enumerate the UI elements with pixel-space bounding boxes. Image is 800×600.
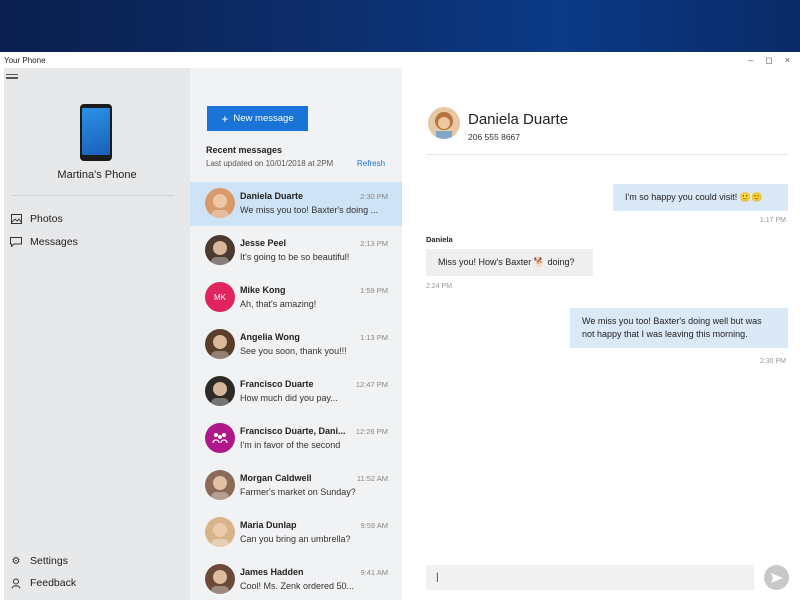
- nav-item-settings[interactable]: ⚙ Settings: [10, 555, 68, 567]
- conversation-preview: Can you bring an umbrella?: [240, 534, 351, 544]
- contact-avatar: [205, 517, 235, 547]
- message-timestamp: 2:24 PM: [426, 283, 453, 290]
- maximize-button[interactable]: ◻: [765, 55, 772, 66]
- conversation-item[interactable]: Daniela Duarte 2:30 PM We miss you too! Ba…: [190, 182, 402, 226]
- last-updated-text: Last updated on 10/01/2018 at 2PM: [206, 159, 334, 168]
- conversation-time: 11:52 AM: [356, 474, 388, 483]
- conversation-item[interactable]: Angelia Wong 1:13 PM See you soon, thank y…: [190, 323, 402, 367]
- contact-avatar: [205, 376, 235, 406]
- new-message-button[interactable]: + New message: [207, 106, 308, 131]
- message-bubble-sent: We miss you too! Baxter's doing well but…: [570, 308, 788, 348]
- refresh-link[interactable]: Refresh: [357, 159, 385, 168]
- photos-icon: [10, 213, 22, 225]
- conversation-time: 9:41 AM: [360, 568, 388, 577]
- contact-avatar: [205, 329, 235, 359]
- contact-avatar: [205, 470, 235, 500]
- conversation-name: Maria Dunlap: [240, 520, 297, 530]
- nav-item-label: Feedback: [30, 577, 77, 589]
- contact-avatar: [428, 107, 460, 139]
- chat-pane: Daniela Duarte 206 555 8667 I'm so happy…: [402, 68, 800, 600]
- conversation-time: 9:59 AM: [360, 521, 388, 530]
- conversation-preview: How much did you pay...: [240, 393, 338, 403]
- conversation-preview: See you soon, thank you!!!: [240, 346, 347, 356]
- send-button[interactable]: [764, 565, 789, 590]
- messages-icon: [10, 236, 22, 248]
- phone-name: Martina's Phone: [57, 169, 137, 181]
- conversation-time: 2:13 PM: [360, 239, 388, 248]
- contact-phone: 206 555 8667: [468, 132, 520, 142]
- conversation-name: Francisco Duarte, Dani...: [240, 426, 346, 436]
- nav-item-feedback[interactable]: Feedback: [10, 577, 76, 589]
- new-message-label: New message: [233, 113, 294, 124]
- conversation-time: 2:30 PM: [360, 192, 388, 201]
- nav-pane: Martina's Phone Photos Messages ⚙ Settin…: [4, 68, 190, 600]
- window-titlebar: Your Phone – ◻ ×: [0, 52, 800, 68]
- window-controls: – ◻ ×: [748, 55, 790, 66]
- nav-item-label: Messages: [30, 236, 78, 248]
- conversation-item[interactable]: MK Mike Kong 1:59 PM Ah, that's amazing!: [190, 276, 402, 320]
- recent-messages-heading: Recent messages: [206, 145, 283, 155]
- message-sender: Daniela: [426, 235, 453, 244]
- window-title: Your Phone: [4, 55, 46, 65]
- close-button[interactable]: ×: [785, 55, 790, 66]
- conversation-preview: Cool! Ms. Zenk ordered 50...: [240, 581, 355, 591]
- gear-icon: ⚙: [11, 555, 21, 567]
- compose-input[interactable]: [426, 565, 754, 590]
- nav-item-photos[interactable]: Photos: [10, 213, 63, 225]
- conversation-item[interactable]: Francisco Duarte 12:47 PM How much did you…: [190, 370, 402, 414]
- conversation-item[interactable]: Jesse Peel 2:13 PM It's going to be so bea…: [190, 229, 402, 273]
- conversation-time: 12:47 PM: [355, 380, 388, 389]
- conversation-time: 1:59 PM: [360, 286, 388, 295]
- contact-avatar: MK: [205, 282, 235, 312]
- send-icon: [770, 572, 783, 583]
- message-timestamp: 1:17 PM: [759, 217, 786, 224]
- minimize-button[interactable]: –: [748, 55, 753, 66]
- contact-avatar: [205, 564, 235, 594]
- nav-divider: [12, 195, 174, 196]
- contact-name: Daniela Duarte: [468, 111, 569, 128]
- conversation-time: 12:26 PM: [355, 427, 388, 436]
- contact-avatar: [205, 235, 235, 265]
- chat-divider: [426, 154, 788, 155]
- conversation-name: Morgan Caldwell: [240, 473, 312, 483]
- desktop-background: [0, 0, 800, 52]
- phone-icon: [80, 104, 112, 161]
- hamburger-menu-icon[interactable]: [6, 74, 18, 82]
- nav-item-label: Photos: [30, 213, 63, 225]
- conversation-name: Angelia Wong: [240, 332, 300, 342]
- conversation-preview: Ah, that's amazing!: [240, 299, 317, 309]
- contact-avatar: [205, 423, 235, 453]
- nav-item-messages[interactable]: Messages: [10, 236, 78, 248]
- message-timestamp: 2:30 PM: [759, 358, 786, 365]
- conversation-name: Mike Kong: [240, 285, 286, 295]
- conversation-preview: I'm in favor of the second: [240, 440, 341, 450]
- conversation-item[interactable]: Francisco Duarte, Dani... 12:26 PM I'm in …: [190, 417, 402, 461]
- message-bubble-sent: I'm so happy you could visit! 🙂🙂: [613, 184, 788, 211]
- conversation-name: Daniela Duarte: [240, 191, 304, 201]
- message-bubble-received: Miss you! How's Baxter 🐕 doing?: [426, 249, 593, 276]
- conversation-name: Jesse Peel: [240, 238, 287, 248]
- conversation-item[interactable]: Maria Dunlap 9:59 AM Can you bring an umbr…: [190, 511, 402, 555]
- feedback-icon: [10, 577, 22, 589]
- conversation-item[interactable]: James Hadden 9:41 AM Cool! Ms. Zenk ordere…: [190, 558, 402, 600]
- conversation-list-pane: + New message Recent messages Last updat…: [190, 68, 402, 600]
- conversation-name: Francisco Duarte: [240, 379, 314, 389]
- conversation-item[interactable]: Morgan Caldwell 11:52 AM Farmer's market o…: [190, 464, 402, 508]
- conversation-preview: We miss you too! Baxter's doing ...: [240, 205, 379, 215]
- plus-icon: +: [221, 111, 229, 126]
- conversation-time: 1:13 PM: [360, 333, 388, 342]
- conversation-name: James Hadden: [240, 567, 304, 577]
- contact-avatar: [205, 188, 235, 218]
- conversation-preview: Farmer's market on Sunday?: [240, 487, 356, 497]
- conversation-preview: It's going to be so beautiful!: [240, 252, 350, 262]
- nav-item-label: Settings: [30, 555, 68, 567]
